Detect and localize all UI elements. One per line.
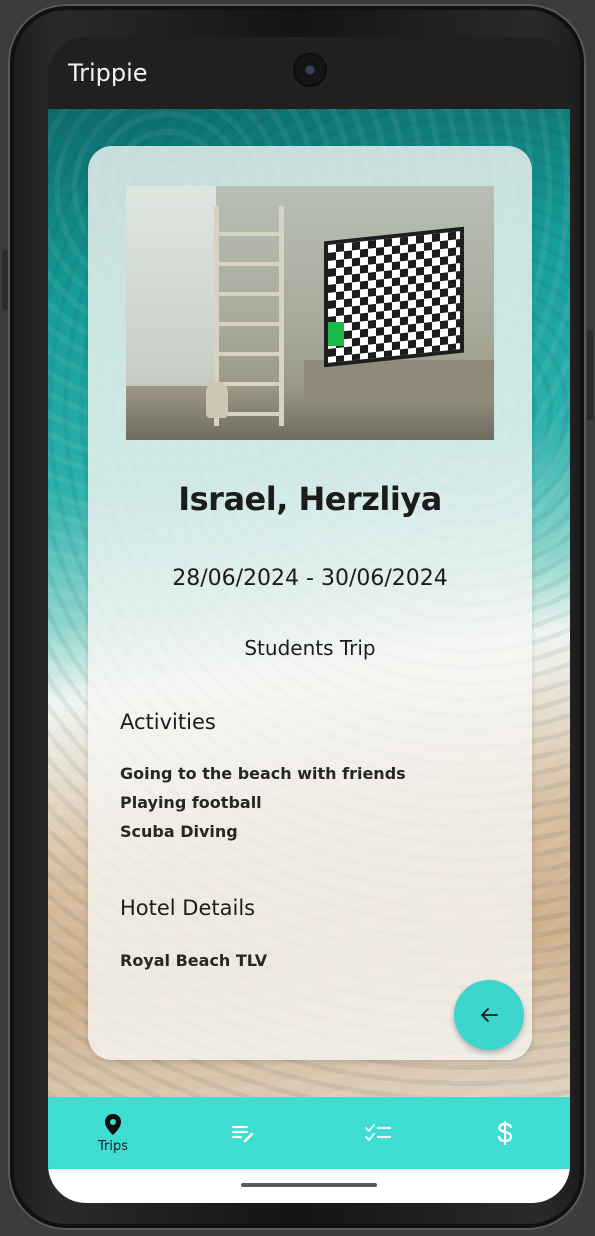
activity-item: Scuba Diving [120,822,238,841]
trip-destination: Israel, Herzliya [178,480,442,518]
nav-item-checklist[interactable] [333,1097,423,1169]
activity-item: Going to the beach with friends [120,764,406,783]
home-gesture-bar[interactable] [241,1183,377,1187]
nav-item-trips[interactable]: Trips [68,1097,158,1169]
dollar-icon [497,1121,513,1145]
nav-item-notes[interactable] [198,1097,288,1169]
front-camera [295,55,325,85]
trip-photo [126,186,494,440]
edit-list-icon [231,1125,254,1143]
phone-screen: Trippie Israel, Herzliya 28/06/2024 - 30… [48,37,570,1203]
app-title: Trippie [68,59,148,87]
activity-item: Playing football [120,793,262,812]
trip-type: Students Trip [244,636,376,660]
hotel-name: Royal Beach TLV [120,951,268,970]
checklist-icon [365,1124,392,1141]
trip-details-card: Israel, Herzliya 28/06/2024 - 30/06/2024… [88,146,532,1060]
trip-dates: 28/06/2024 - 30/06/2024 [172,566,448,591]
nav-item-expenses[interactable] [460,1097,550,1169]
app-bar: Trippie [48,37,570,109]
activities-heading: Activities [120,710,216,734]
power-button [587,330,593,420]
system-gesture-area [48,1169,570,1203]
arrow-left-icon [481,1008,498,1022]
bottom-navigation: Trips [48,1097,570,1169]
location-pin-icon [105,1113,121,1135]
volume-button [2,250,8,310]
nav-label-trips: Trips [97,1138,128,1154]
back-fab-button[interactable] [454,980,524,1050]
hotel-heading: Hotel Details [120,896,256,920]
